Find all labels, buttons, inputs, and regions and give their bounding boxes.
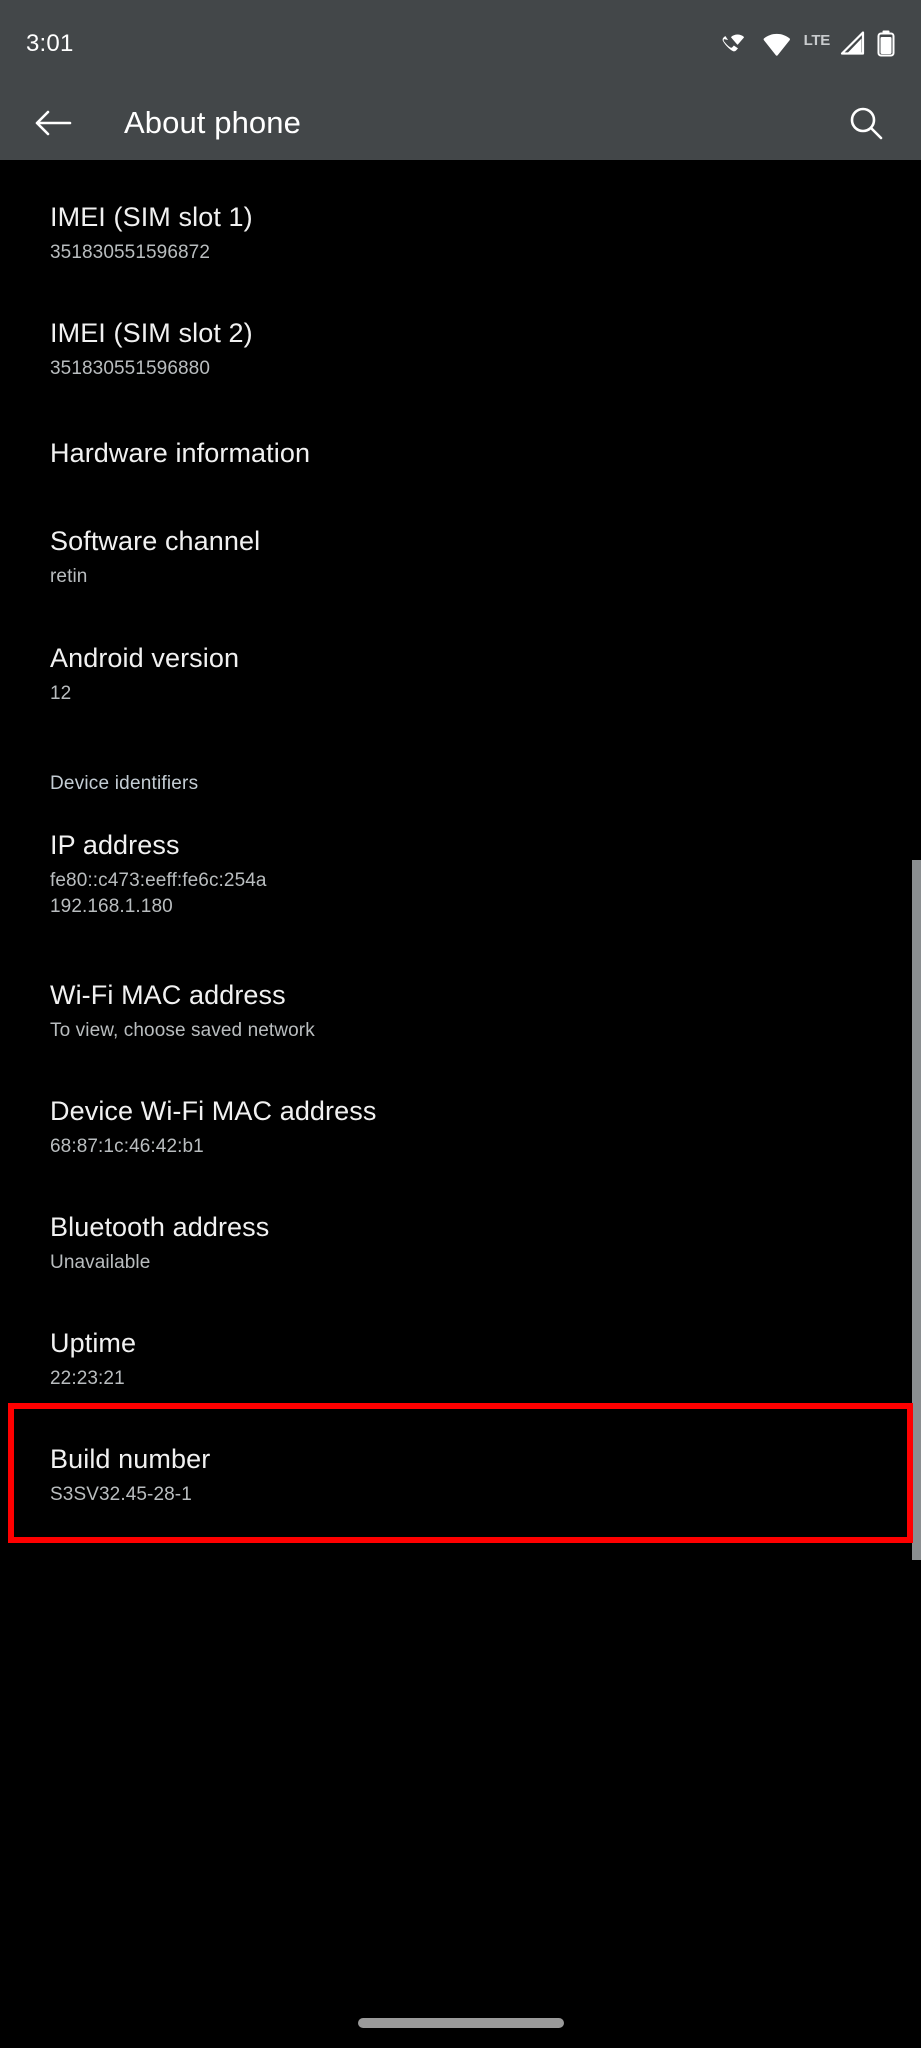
list-item-ip-address[interactable]: IP address fe80::c473:eeff:fe6c:254a 192… bbox=[0, 832, 921, 920]
ip-address-line-1: fe80::c473:eeff:fe6c:254a bbox=[50, 870, 267, 891]
back-arrow-icon bbox=[35, 110, 72, 135]
list-item-value: fe80::c473:eeff:fe6c:254a 192.168.1.180 bbox=[50, 868, 871, 920]
vertical-scrollbar[interactable] bbox=[912, 860, 921, 1560]
vowifi-call-icon bbox=[722, 31, 752, 57]
list-item-value: 68:87:1c:46:42:b1 bbox=[50, 1136, 204, 1157]
section-header-device-identifiers: Device identifiers bbox=[50, 773, 199, 794]
list-item-value: retin bbox=[50, 566, 88, 587]
battery-icon bbox=[877, 30, 895, 57]
list-item-title: IP address bbox=[50, 830, 180, 860]
list-item-title: IMEI (SIM slot 1) bbox=[50, 202, 253, 232]
list-item-title: Device Wi-Fi MAC address bbox=[50, 1096, 377, 1126]
list-item-value: To view, choose saved network bbox=[50, 1020, 315, 1041]
list-item-title: Android version bbox=[50, 643, 240, 673]
list-item-software-channel[interactable]: Software channel retin bbox=[0, 528, 921, 590]
status-bar-clock: 3:01 bbox=[26, 29, 74, 57]
app-bar: About phone bbox=[0, 85, 921, 160]
list-item-title: IMEI (SIM slot 2) bbox=[50, 318, 253, 348]
list-item-title: Software channel bbox=[50, 526, 261, 556]
list-item-android-version[interactable]: Android version 12 bbox=[0, 645, 921, 707]
list-item-build-number[interactable]: Build number S3SV32.45-28-1 bbox=[0, 1446, 921, 1508]
list-item-title: Uptime bbox=[50, 1328, 137, 1358]
about-phone-list[interactable]: IMEI (SIM slot 1) 351830551596872 IMEI (… bbox=[0, 160, 921, 2048]
list-item-value: 22:23:21 bbox=[50, 1368, 125, 1389]
list-item-value: 351830551596880 bbox=[50, 358, 211, 379]
status-bar-icons: LTE bbox=[722, 30, 895, 57]
page-title: About phone bbox=[124, 104, 301, 140]
list-item-imei-sim-1[interactable]: IMEI (SIM slot 1) 351830551596872 bbox=[0, 204, 921, 266]
cellular-signal-icon bbox=[840, 31, 867, 56]
list-item-value: Unavailable bbox=[50, 1252, 151, 1273]
lte-network-label: LTE bbox=[803, 32, 831, 49]
gesture-navigation-pill[interactable] bbox=[357, 2018, 564, 2028]
list-item-wifi-mac-address[interactable]: Wi-Fi MAC address To view, choose saved … bbox=[0, 982, 921, 1044]
list-item-title: Build number bbox=[50, 1444, 211, 1474]
list-item-title: Bluetooth address bbox=[50, 1212, 270, 1242]
list-item-uptime[interactable]: Uptime 22:23:21 bbox=[0, 1330, 921, 1392]
back-button[interactable] bbox=[26, 96, 80, 150]
list-item-value: S3SV32.45-28-1 bbox=[50, 1484, 192, 1505]
list-item-imei-sim-2[interactable]: IMEI (SIM slot 2) 351830551596880 bbox=[0, 320, 921, 382]
search-icon bbox=[850, 107, 883, 139]
list-item-value: 12 bbox=[50, 683, 72, 704]
list-item-title: Hardware information bbox=[50, 438, 311, 468]
list-item-hardware-information[interactable]: Hardware information bbox=[0, 440, 921, 467]
wifi-icon bbox=[762, 32, 794, 56]
list-item-value: 351830551596872 bbox=[50, 242, 211, 263]
list-item-device-wifi-mac-address[interactable]: Device Wi-Fi MAC address 68:87:1c:46:42:… bbox=[0, 1098, 921, 1160]
list-item-title: Wi-Fi MAC address bbox=[50, 980, 286, 1010]
search-button[interactable] bbox=[841, 98, 891, 148]
list-item-bluetooth-address[interactable]: Bluetooth address Unavailable bbox=[0, 1214, 921, 1276]
status-bar: 3:01 LTE bbox=[0, 0, 921, 85]
ip-address-line-2: 192.168.1.180 bbox=[50, 896, 173, 918]
